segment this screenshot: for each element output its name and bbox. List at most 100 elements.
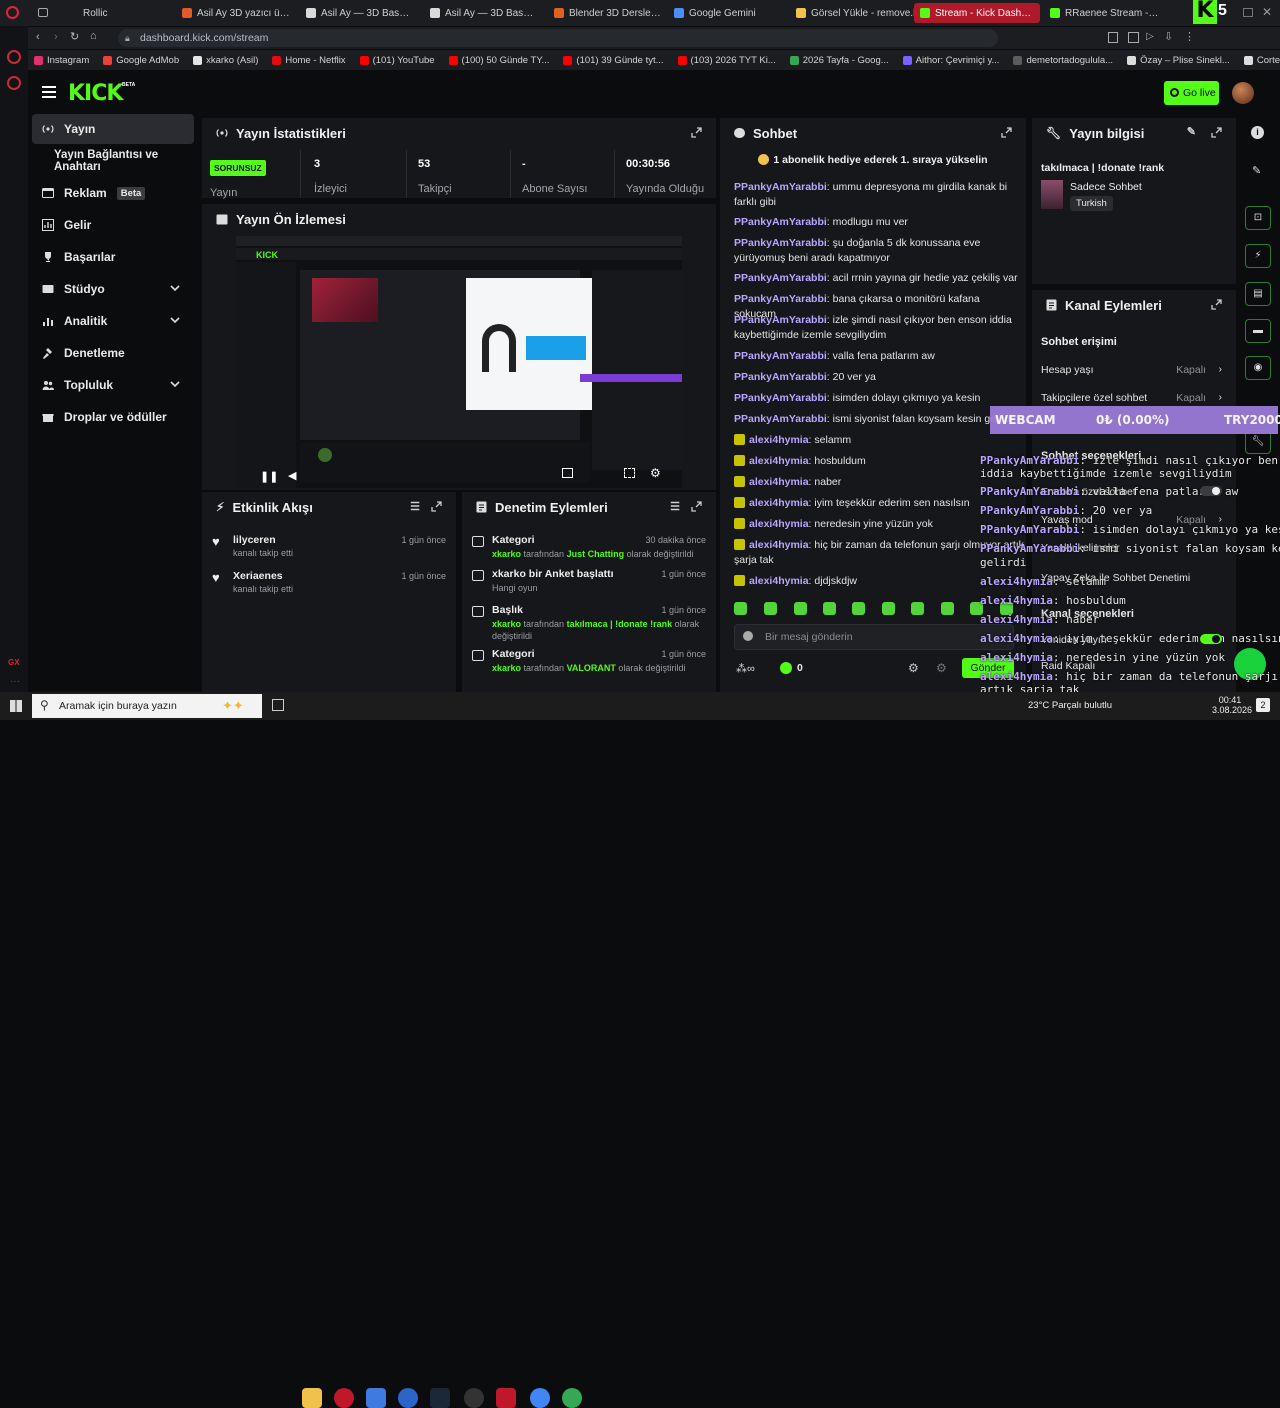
menu-icon[interactable]: ⋮ bbox=[1184, 30, 1195, 43]
edit-icon[interactable]: ✎ bbox=[1187, 125, 1196, 138]
chat-gear-icon[interactable]: ⚙︎ bbox=[936, 661, 947, 675]
app-icon[interactable] bbox=[496, 1388, 516, 1408]
stream-preview-video[interactable]: KICK ❚❚ ◀︎ ⚙︎ bbox=[236, 236, 682, 488]
download-icon[interactable]: ⇩ bbox=[1164, 30, 1173, 43]
fullscreen-icon[interactable] bbox=[624, 468, 635, 478]
chat-message[interactable]: PPankyAmYarabbi: 20 ver ya bbox=[734, 370, 1024, 385]
tab-rollic[interactable]: Rollic bbox=[62, 3, 113, 23]
popout-icon[interactable] bbox=[1001, 127, 1012, 138]
notification-badge[interactable]: 2 bbox=[1256, 698, 1270, 712]
chat-message[interactable]: PPankyAmYarabbi: isimden dolayı çıkmıyo … bbox=[734, 391, 1024, 406]
url-field[interactable]: 🔒︎ dashboard.kick.com/stream bbox=[118, 29, 998, 47]
app-icon[interactable] bbox=[366, 1388, 386, 1408]
tab-asil-ay-2[interactable]: Asil Ay — 3D Baskı & Dijit bbox=[300, 3, 420, 23]
chat-bubble-icon[interactable]: ▬ bbox=[1245, 319, 1271, 343]
emote-icon[interactable] bbox=[764, 602, 777, 615]
file-explorer-icon[interactable] bbox=[302, 1388, 322, 1408]
pause-icon[interactable]: ❚❚ bbox=[260, 470, 278, 483]
sidebar-item-yayin[interactable]: Yayın bbox=[32, 114, 194, 144]
avatar[interactable] bbox=[1232, 82, 1254, 104]
bookmark-item[interactable]: (100) 50 Günde TY... bbox=[448, 55, 549, 66]
windows-start-icon[interactable] bbox=[10, 700, 22, 712]
filter-icon[interactable]: ☰ bbox=[410, 500, 420, 513]
bookmark-item[interactable]: demetortadogulula... bbox=[1013, 55, 1113, 66]
info-icon[interactable]: i bbox=[1251, 126, 1264, 139]
snapshot-icon[interactable] bbox=[1128, 32, 1139, 43]
taskbar-search[interactable]: ⚲ Aramak için buraya yazın ✦✦ bbox=[32, 694, 262, 718]
broadcast-icon[interactable]: ◉ bbox=[1245, 356, 1271, 380]
chat-message[interactable]: PPankyAmYarabbi: şu doğanla 5 dk konussa… bbox=[734, 236, 1024, 266]
player-icon[interactable]: ▷ bbox=[1146, 31, 1154, 42]
stats-panel-icon[interactable]: ⊡ bbox=[1245, 206, 1271, 230]
obs-icon[interactable] bbox=[464, 1388, 484, 1408]
sidebar-item-topluluk[interactable]: Topluluk bbox=[32, 370, 194, 400]
bookmark-item[interactable]: Instagram bbox=[34, 55, 89, 66]
kick-logo[interactable]: KICK bbox=[68, 81, 123, 106]
opera-gx-icon[interactable] bbox=[334, 1388, 354, 1408]
emote-icon[interactable] bbox=[734, 602, 747, 615]
chat-message[interactable]: PPankyAmYarabbi: ummu depresyona mı gird… bbox=[734, 180, 1024, 210]
steam-icon[interactable] bbox=[430, 1388, 450, 1408]
sidebar-item-gelir[interactable]: Gelir bbox=[32, 210, 194, 240]
popout-icon[interactable] bbox=[691, 501, 702, 512]
reload-icon[interactable]: ↻ bbox=[70, 30, 79, 43]
filter-icon[interactable]: ☰ bbox=[670, 500, 680, 513]
task-view-icon[interactable] bbox=[272, 699, 284, 711]
sidebar-item-analitik[interactable]: Analitik bbox=[32, 306, 194, 336]
forward-icon[interactable]: › bbox=[54, 31, 58, 43]
app-icon[interactable] bbox=[398, 1388, 418, 1408]
clock[interactable]: 00:41 3.08.2026 bbox=[1212, 695, 1252, 715]
popout-icon[interactable] bbox=[1211, 299, 1222, 310]
settings-gear-icon[interactable]: ⚙︎ bbox=[650, 466, 661, 480]
channel-action-row[interactable]: Hesap yaşı Kapalı › bbox=[1032, 363, 1236, 380]
close-window-icon[interactable]: ✕ bbox=[1262, 5, 1272, 19]
sidebar-item-denetleme[interactable]: Denetleme bbox=[32, 338, 194, 368]
sidebar-item-yayin-baglantisi[interactable]: Yayın Bağlantısı ve Anahtarı bbox=[44, 146, 206, 176]
emote-icon[interactable] bbox=[941, 602, 954, 615]
history-icon[interactable] bbox=[7, 50, 21, 64]
popout-icon[interactable] bbox=[691, 127, 702, 138]
bookmark-item[interactable]: xkarko (Asil) bbox=[193, 55, 258, 66]
chrome-icon[interactable] bbox=[530, 1388, 550, 1408]
emote-icon[interactable] bbox=[882, 602, 895, 615]
document-icon[interactable]: ▤ bbox=[1245, 282, 1271, 306]
chat-message[interactable]: PPankyAmYarabbi: izle şimdi nasıl çıkıyo… bbox=[734, 313, 1024, 343]
tab-asil-ay-1[interactable]: Asil Ay 3D yazıcı ürün sat bbox=[176, 3, 296, 23]
bookmark-item[interactable]: Aithor: Çevrimiçi y... bbox=[902, 55, 999, 66]
emote-icon[interactable] bbox=[911, 602, 924, 615]
emote-icon[interactable] bbox=[794, 602, 807, 615]
pinned-gift-banner[interactable]: 1 abonelik hediye ederek 1. sıraya yükse… bbox=[720, 150, 1026, 170]
settings-icon[interactable] bbox=[7, 76, 21, 90]
bookmark-item[interactable]: 2026 Tayfa - Goog... bbox=[789, 55, 889, 66]
opera-logo-icon[interactable] bbox=[6, 6, 19, 19]
tab-removebg[interactable]: Görsel Yükle - remove.bg bbox=[790, 3, 930, 23]
pip-icon[interactable] bbox=[562, 468, 573, 478]
edit-icon[interactable]: ✎ bbox=[1252, 164, 1261, 177]
popout-icon[interactable] bbox=[431, 501, 442, 512]
tab-menu-icon[interactable] bbox=[38, 8, 48, 17]
category-name[interactable]: Sadece Sohbet bbox=[1070, 181, 1142, 193]
bookmark-item[interactable]: (101) 39 Günde tyt... bbox=[563, 55, 664, 66]
emote-only-toggle[interactable] bbox=[1200, 486, 1222, 496]
chat-message[interactable]: PPankyAmYarabbi: ismi siyonist falan koy… bbox=[734, 412, 1024, 427]
lightning-icon[interactable]: ⚡︎ bbox=[1245, 244, 1271, 268]
rerun-toggle[interactable] bbox=[1200, 634, 1222, 644]
chrome-icon[interactable] bbox=[562, 1388, 582, 1408]
sidebar-item-studyo[interactable]: Stüdyo bbox=[32, 274, 194, 304]
bookmark-item[interactable]: Home - Netflix bbox=[272, 55, 346, 66]
sidebar-item-basarilar[interactable]: Başarılar bbox=[32, 242, 194, 272]
sidebar-item-reklam[interactable]: Reklam Beta bbox=[32, 178, 194, 208]
bookmark-item[interactable]: (103) 2026 TYT Ki... bbox=[677, 55, 776, 66]
more-icon[interactable]: ··· bbox=[10, 676, 20, 687]
mute-icon[interactable]: ◀︎ bbox=[288, 469, 296, 482]
bookmark-item[interactable]: (101) YouTube bbox=[359, 55, 435, 66]
bookmark-icon[interactable] bbox=[1108, 32, 1118, 43]
bookmark-item[interactable]: Özay – Plise Sinekl... bbox=[1127, 55, 1230, 66]
hamburger-menu-icon[interactable] bbox=[42, 86, 56, 88]
bookmark-item[interactable]: Google AdMob bbox=[103, 55, 179, 66]
chat-message[interactable]: alexi4hymia: selamm bbox=[734, 433, 1024, 448]
bookmark-item[interactable]: Corteiz Woosh Me... bbox=[1243, 55, 1280, 66]
back-icon[interactable]: ‹ bbox=[36, 31, 40, 43]
tab-rraenee[interactable]: RRaenee Stream - Wa bbox=[1044, 3, 1166, 23]
weather-widget[interactable]: 23°C Parçalı bulutlu bbox=[1028, 700, 1112, 711]
